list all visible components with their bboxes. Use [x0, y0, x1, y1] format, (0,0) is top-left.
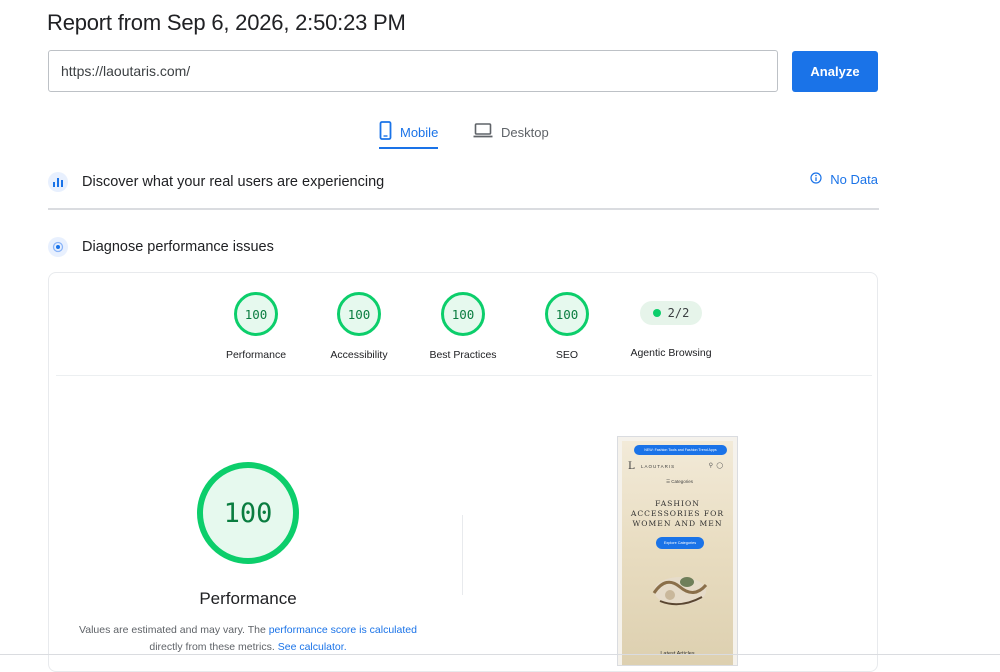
disclaimer-text: Values are estimated and may vary. The: [79, 624, 266, 636]
screenshot-hero-art: [652, 577, 708, 606]
screenshot-content: NEW: Fashion Tools and Fashion Trend App…: [622, 441, 733, 665]
gauge-label: Best Practices: [429, 349, 497, 361]
gauge-label: Accessibility: [330, 349, 388, 361]
page-screenshot-thumbnail: NEW: Fashion Tools and Fashion Trend App…: [617, 436, 738, 666]
url-input[interactable]: [48, 50, 778, 92]
screenshot-banner: NEW: Fashion Tools and Fashion Trend App…: [634, 445, 727, 455]
analyze-button[interactable]: Analyze: [792, 51, 878, 92]
account-icon: ◯: [716, 463, 723, 469]
tab-label: Desktop: [501, 124, 549, 140]
no-data-label: No Data: [830, 172, 878, 187]
score-gauge-agentic-browsing[interactable]: 2/2 Agentic Browsing: [616, 292, 726, 359]
gauge-label: SEO: [555, 349, 579, 361]
score-gauge-accessibility[interactable]: 100 Accessibility: [304, 292, 414, 361]
gauge-value: 100: [441, 292, 485, 336]
screenshot-brand: LAOUTARIS: [641, 464, 676, 469]
crux-section-header: Discover what your real users are experi…: [48, 172, 878, 192]
calculator-link[interactable]: See calculator.: [278, 641, 347, 653]
score-gauge-best-practices[interactable]: 100 Best Practices: [408, 292, 518, 361]
tab-desktop[interactable]: Desktop: [473, 115, 549, 149]
search-icon: ⚲: [708, 463, 713, 469]
screenshot-heading: FASHION ACCESSORIES FOR WOMEN AND MEN: [630, 499, 725, 528]
performance-score-label: Performance: [199, 589, 297, 608]
gauge-value: 100: [337, 292, 381, 336]
agentic-pill: 2/2: [640, 301, 702, 325]
screenshot-logo: L: [628, 461, 635, 472]
tab-mobile[interactable]: Mobile: [379, 115, 439, 149]
score-gauge-seo[interactable]: 100 SEO: [512, 292, 622, 361]
laptop-icon: [473, 123, 493, 141]
tab-label: Mobile: [400, 124, 439, 140]
bar-chart-icon: [48, 172, 68, 192]
diagnose-section-header: Diagnose performance issues: [48, 237, 878, 257]
gauge-value: 100: [234, 292, 278, 336]
gauge-label: Performance: [225, 349, 287, 361]
pass-dot-icon: [652, 309, 661, 317]
gauge-value: 100: [545, 292, 589, 336]
target-icon: [48, 237, 68, 257]
disclaimer-text: directly from these metrics.: [149, 641, 275, 653]
no-data-link[interactable]: No Data: [810, 172, 878, 187]
agentic-value: 2/2: [667, 306, 690, 320]
section-divider: [48, 208, 879, 210]
score-disclaimer: Values are estimated and may vary. The p…: [70, 622, 426, 656]
page-title: Report from Sep 6, 2026, 2:50:23 PM: [47, 10, 406, 35]
diagnose-title: Diagnose performance issues: [82, 239, 274, 255]
screenshot-explore-button: Explore Categories: [656, 537, 704, 549]
vertical-divider: [462, 515, 463, 595]
gauge-label: Agentic Browsing: [630, 347, 712, 359]
smartphone-icon: [379, 121, 392, 143]
score-gauge-performance[interactable]: 100 Performance: [201, 292, 311, 361]
card-divider: [56, 375, 872, 376]
performance-score-gauge: 100: [197, 462, 299, 564]
info-icon: [810, 172, 822, 187]
screenshot-categories: ☰ Categories: [666, 479, 694, 484]
crux-title: Discover what your real users are experi…: [82, 174, 385, 190]
score-calculation-link[interactable]: performance score is calculated: [269, 624, 417, 636]
